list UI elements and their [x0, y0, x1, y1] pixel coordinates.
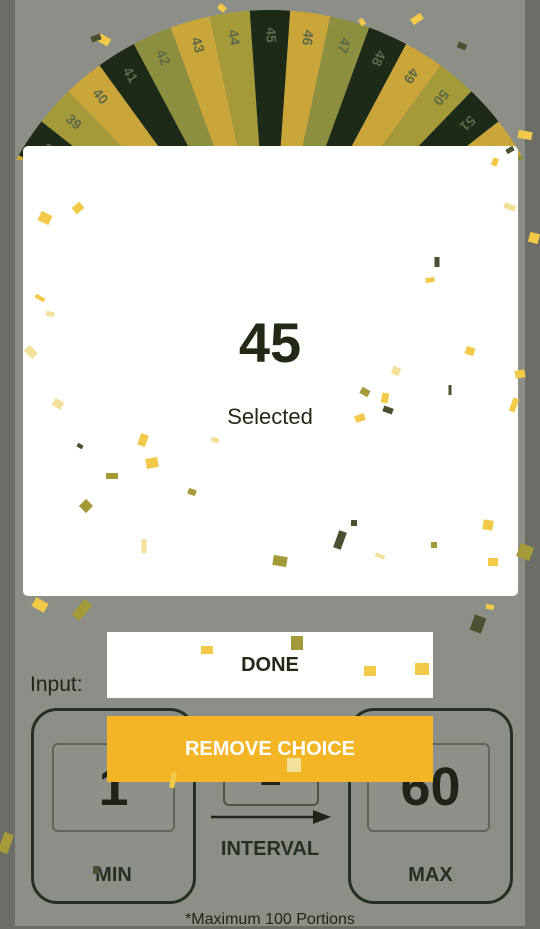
- selected-number: 45: [238, 311, 302, 374]
- modal-overlay: 45 Selected DONE REMOVE CHOICE: [0, 0, 540, 926]
- selected-label: Selected: [227, 404, 313, 429]
- done-button[interactable]: DONE: [107, 632, 433, 698]
- remove-choice-button[interactable]: REMOVE CHOICE: [107, 716, 433, 782]
